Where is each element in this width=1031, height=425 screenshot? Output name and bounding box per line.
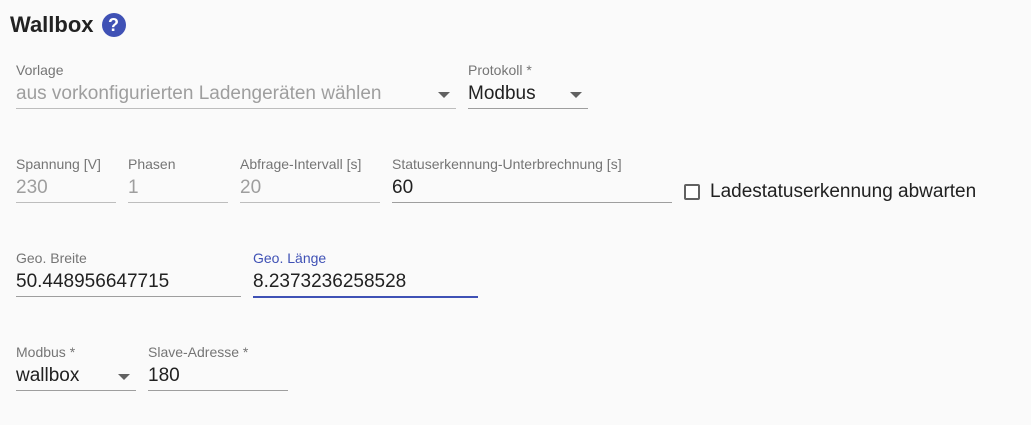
vorlage-label: Vorlage (16, 62, 64, 78)
ladestatus-checkbox-row[interactable]: Ladestatuserkennung abwarten (684, 181, 976, 203)
section-header: Wallbox ? (10, 12, 126, 38)
vorlage-value[interactable]: aus vorkonfigurierten Ladengeräten wähle… (16, 80, 456, 109)
abfrage-intervall-input[interactable]: 20 (240, 174, 380, 203)
protokoll-label: Protokoll * (468, 62, 532, 78)
spannung-field[interactable]: Spannung [V] 230 (16, 156, 116, 203)
chevron-down-icon[interactable] (438, 92, 450, 98)
phasen-input[interactable]: 1 (128, 174, 228, 203)
slave-adresse-input[interactable]: 180 (148, 362, 288, 391)
geo-laenge-label: Geo. Länge (253, 250, 327, 266)
vorlage-select[interactable]: Vorlage aus vorkonfigurierten Ladengerät… (16, 62, 456, 109)
geo-laenge-input[interactable]: 8.2373236258528 (253, 268, 478, 298)
ladestatus-checkbox[interactable] (684, 184, 700, 200)
slave-adresse-field[interactable]: Slave-Adresse * 180 (148, 344, 288, 391)
chevron-down-icon[interactable] (570, 92, 582, 98)
statuserkennung-field[interactable]: Statuserkennung-Unterbrechnung [s] 60 (392, 156, 672, 203)
spannung-input[interactable]: 230 (16, 174, 116, 203)
modbus-select[interactable]: Modbus * wallbox (16, 344, 136, 391)
geo-laenge-field[interactable]: Geo. Länge 8.2373236258528 (253, 250, 478, 298)
spannung-label: Spannung [V] (16, 156, 101, 172)
geo-breite-field[interactable]: Geo. Breite 50.448956647715 (16, 250, 241, 297)
geo-breite-label: Geo. Breite (16, 250, 87, 266)
ladestatus-checkbox-label[interactable]: Ladestatuserkennung abwarten (710, 181, 976, 203)
modbus-label: Modbus * (16, 344, 76, 360)
section-title: Wallbox (10, 12, 94, 37)
statuserkennung-label: Statuserkennung-Unterbrechnung [s] (392, 156, 622, 172)
chevron-down-icon[interactable] (118, 374, 130, 380)
abfrage-intervall-label: Abfrage-Intervall [s] (240, 156, 362, 172)
slave-adresse-label: Slave-Adresse * (148, 344, 249, 360)
protokoll-select[interactable]: Protokoll * Modbus (468, 62, 588, 109)
phasen-field[interactable]: Phasen 1 (128, 156, 228, 203)
geo-breite-input[interactable]: 50.448956647715 (16, 268, 241, 297)
help-icon[interactable]: ? (101, 13, 126, 37)
phasen-label: Phasen (128, 156, 176, 172)
statuserkennung-input[interactable]: 60 (392, 174, 672, 203)
abfrage-intervall-field[interactable]: Abfrage-Intervall [s] 20 (240, 156, 380, 203)
